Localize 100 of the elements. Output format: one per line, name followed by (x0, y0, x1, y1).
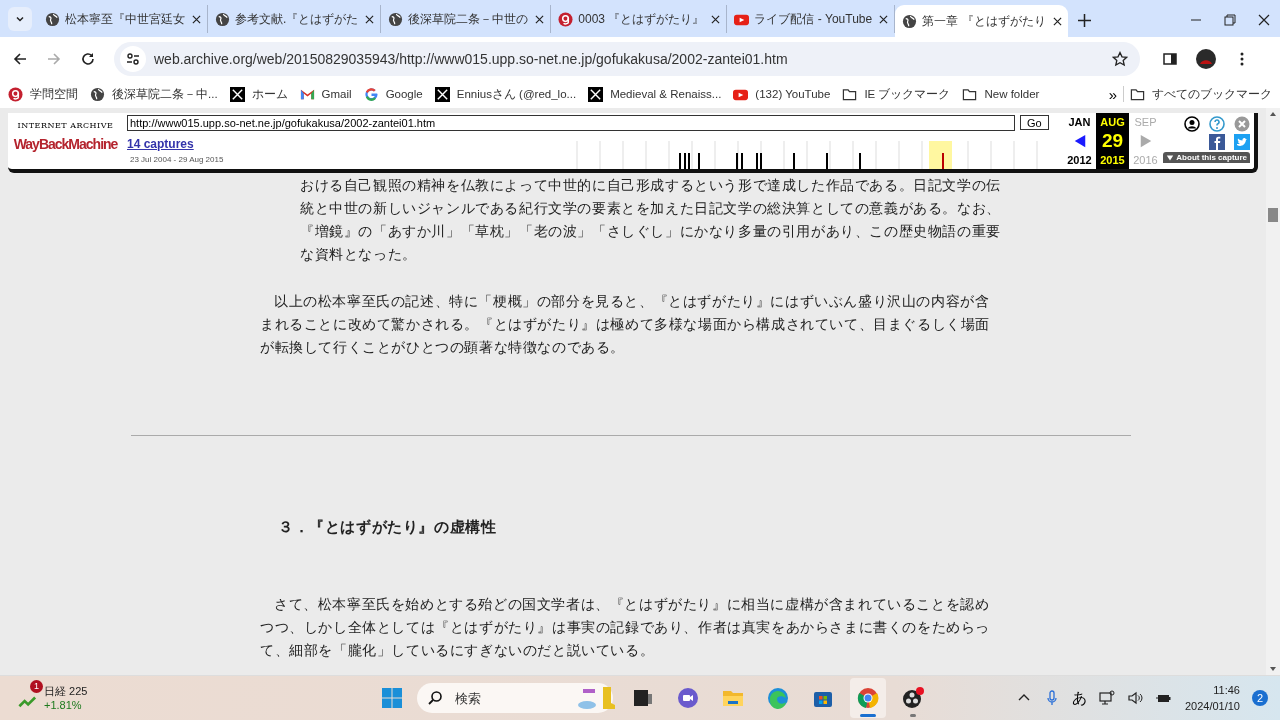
close-icon[interactable] (1052, 16, 1062, 26)
section-heading: ３．『とはずがたり』の虚構性 (278, 517, 498, 538)
bookmark-label: Enniusさん (@red_lo... (456, 86, 577, 102)
scrollbar-thumb[interactable] (1268, 208, 1278, 222)
bookmark[interactable]: Medieval & Renaiss... (588, 86, 722, 102)
help-icon[interactable] (1209, 116, 1225, 132)
speaker-icon[interactable] (1126, 690, 1143, 706)
tab-title: 松本寧至『中世宮廷女 (65, 10, 185, 28)
chrome-icon (856, 686, 880, 710)
site-settings-icon[interactable] (120, 45, 146, 72)
browser-tab[interactable]: ライブ配信 - YouTube (727, 5, 896, 33)
browser-tab[interactable]: 松本寧至『中世宮廷女 (38, 5, 208, 33)
close-icon[interactable] (192, 14, 201, 24)
bookmark[interactable]: Enniusさん (@red_lo... (434, 86, 577, 102)
globe-icon (45, 11, 60, 27)
bookmark[interactable]: すべてのブックマーク (1130, 86, 1272, 102)
triangle-icon (1166, 153, 1175, 162)
close-icon[interactable] (365, 14, 375, 24)
boots-drawing (577, 685, 617, 711)
notification-badge: 1 (30, 680, 43, 693)
bookmark-label: すべてのブックマーク (1152, 86, 1272, 102)
back-icon[interactable] (12, 50, 28, 67)
bookmark-label: Google (385, 88, 423, 100)
address-bar[interactable]: web.archive.org/web/20150829035943/http://www015.upp.so-net.ne.jp/gofukakusa/2002-zantei01.htm (114, 41, 1140, 76)
wayback-logo[interactable]: WayBackMachine (13, 136, 118, 152)
ime-indicator[interactable]: あ (1071, 688, 1087, 708)
stock-name: 日経 225 (44, 684, 88, 698)
x-logo-icon (434, 86, 450, 102)
notification-badge[interactable]: 2 (1252, 690, 1268, 706)
search-field[interactable]: 検索 (453, 689, 567, 707)
x-logo-icon (229, 86, 245, 102)
letter-g-icon (8, 86, 23, 102)
bookmark-label: IE ブックマーク (864, 86, 951, 102)
bookmark[interactable]: New folder (962, 86, 1040, 102)
twitter-icon[interactable] (1234, 134, 1250, 150)
tab-title: ライブ配信 - YouTube (754, 10, 873, 28)
recorder-icon (901, 686, 925, 710)
account-icon[interactable] (1184, 116, 1200, 132)
facebook-icon[interactable] (1209, 134, 1225, 150)
globe-icon (215, 11, 230, 27)
browser-tab[interactable]: 参考文献.『とはずがた (208, 5, 382, 33)
month-label: AUG (1100, 116, 1125, 128)
bookmark-label: ホーム (251, 86, 288, 102)
bookmark-label: (132) YouTube (755, 88, 831, 100)
bookmark[interactable]: 学問空間 (8, 86, 78, 102)
capture-date[interactable]: JAN 2012 (1063, 113, 1096, 169)
about-capture-button[interactable]: About this capture (1163, 152, 1250, 163)
video-chat-icon (676, 686, 700, 710)
folder-icon (962, 86, 978, 102)
globe-icon (388, 11, 404, 27)
tab-title: 後深草院二条－中世の (408, 10, 529, 28)
restore-icon[interactable] (1224, 14, 1236, 26)
browser-tab[interactable]: 0003 『とはずがたり』 (551, 5, 728, 33)
close-icon[interactable] (879, 14, 889, 24)
browser-tab[interactable]: 後深草院二条－中世の (381, 5, 552, 33)
close-icon[interactable] (535, 14, 545, 24)
g-logo-icon (363, 86, 379, 102)
network-icon[interactable] (1098, 690, 1115, 706)
new-tab-icon[interactable] (1077, 14, 1091, 27)
close-icon[interactable] (711, 14, 721, 24)
letter-g-icon (558, 11, 574, 27)
browser-tab[interactable]: 第一章 『とはずがたり (895, 5, 1068, 37)
search-box[interactable]: 検索 (417, 683, 613, 713)
captures-link[interactable]: 14 captures (127, 137, 427, 151)
close-icon[interactable] (1258, 14, 1270, 26)
bookmark-label: Gmail (321, 88, 352, 100)
more-bookmarks-button[interactable]: » (1108, 85, 1117, 103)
star-icon[interactable] (1112, 50, 1128, 67)
tab-title: 参考文献.『とはずがた (235, 10, 359, 28)
bookmark[interactable]: Gmail (299, 86, 352, 102)
reload-icon[interactable] (80, 50, 96, 67)
bookmark[interactable]: IE ブックマーク (842, 86, 951, 102)
clock[interactable]: 11:46 2024/01/10 (1184, 682, 1240, 714)
time-text: 11:46 (1213, 683, 1240, 698)
bookmark[interactable]: (132) YouTube (733, 86, 831, 102)
bookmark-label: 学問空間 (30, 86, 78, 102)
start-icon[interactable] (380, 686, 404, 710)
bookmark[interactable]: 後深草院二条－中... (90, 86, 218, 102)
side-panel-icon[interactable] (1162, 50, 1178, 67)
tab-title: 第一章 『とはずがたり (922, 12, 1046, 30)
url-input[interactable]: http://www015.upp.so-net.ne.jp/gofukakusa/2002-zantei01.htm (127, 115, 1015, 131)
avatar-icon[interactable] (1196, 48, 1216, 69)
quoted-paragraph: おける自己観照の精神を仏教によって中世的に自己形成するという形で達成した作品である。日記文学の伝統と中世の新しいジャンルである紀行文学の要素とを加えた日記文学の総決算としての意義がある。なお、『増鏡』の「あすか川」「草枕」「老の波」「さしぐし」にかなり多量の引用があり、この歴史物語の重要な資料となった。 (300, 176, 1002, 264)
bookmark-label: 後深草院二条－中... (112, 86, 218, 102)
url-text: web.archive.org/web/20150829035943/http://www015.upp.so-net.ne.jp/gofukakusa/2002-zantei01.htm (154, 50, 789, 67)
tab-title: 0003 『とはずがたり』 (578, 10, 705, 28)
bookmark[interactable]: Google (363, 86, 423, 102)
go-button[interactable]: Go (1020, 115, 1049, 130)
browser-wave-icon (766, 686, 790, 710)
folder-icon (1130, 86, 1145, 102)
folder-icon (842, 86, 858, 102)
logo-caption: INTERNET ARCHIVE (17, 121, 114, 130)
month-label: SEP (1134, 116, 1157, 128)
stock-change: +1.81% (44, 698, 83, 712)
date-text: 2024/01/10 (1184, 699, 1240, 714)
bookmark-label: New folder (984, 88, 1040, 100)
bookmark[interactable]: ホーム (229, 86, 288, 102)
globe-icon (90, 86, 105, 102)
scrollbar[interactable] (1266, 108, 1280, 675)
year-label: 2012 (1067, 154, 1092, 166)
